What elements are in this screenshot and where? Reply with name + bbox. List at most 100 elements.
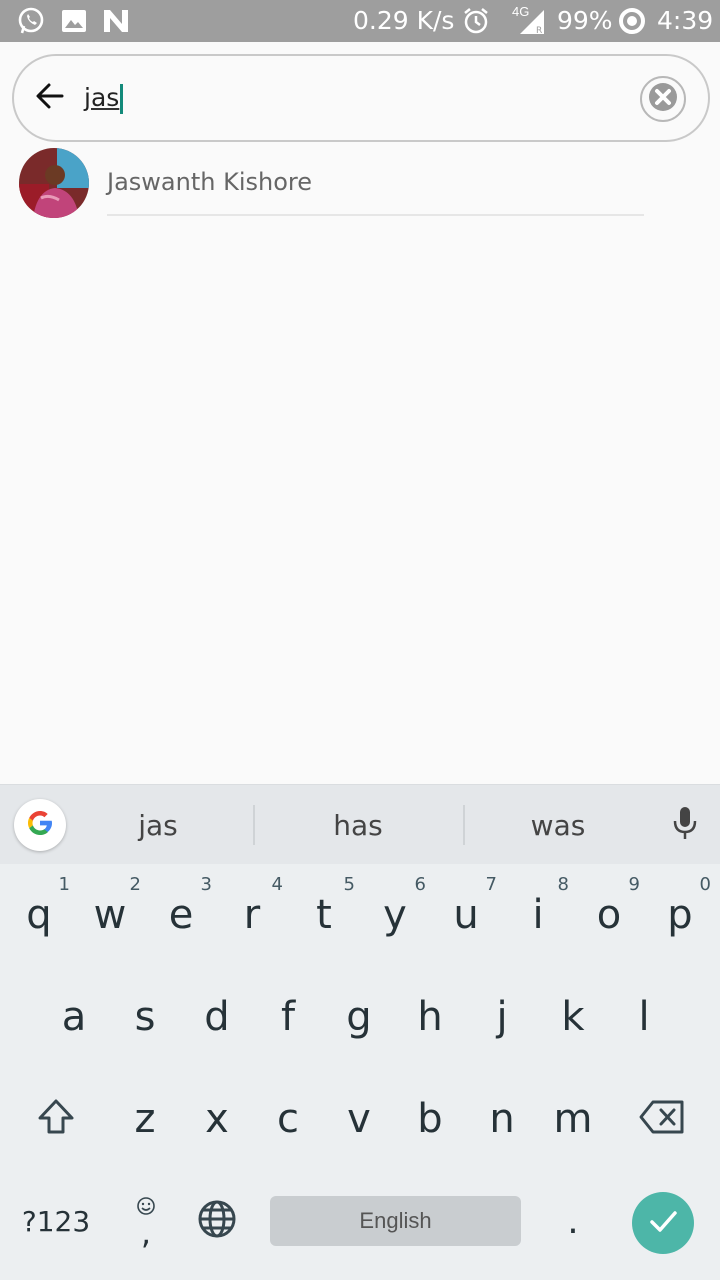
key-i[interactable]: i8 xyxy=(503,870,573,960)
key-o[interactable]: o9 xyxy=(574,870,644,960)
key-label: y xyxy=(383,892,407,938)
suggestion-3[interactable]: was xyxy=(488,785,628,865)
key-h[interactable]: h xyxy=(395,972,465,1062)
key-label: u xyxy=(453,892,479,938)
shift-key[interactable] xyxy=(20,1074,92,1164)
key-label: f xyxy=(280,994,296,1040)
clock: 4:39 xyxy=(657,6,714,35)
clear-icon xyxy=(648,82,678,117)
key-y[interactable]: y6 xyxy=(360,870,430,960)
checkmark-icon xyxy=(646,1204,680,1243)
key-b[interactable]: b xyxy=(395,1074,465,1164)
key-q[interactable]: q1 xyxy=(4,870,74,960)
google-button[interactable] xyxy=(14,799,66,851)
key-label: w xyxy=(93,892,127,938)
space-bar-label: English xyxy=(359,1208,432,1233)
key-label: d xyxy=(204,994,230,1040)
period-key-label: . xyxy=(567,1200,579,1242)
key-a[interactable]: a xyxy=(39,972,109,1062)
key-l[interactable]: l xyxy=(609,972,679,1062)
n-app-icon xyxy=(102,6,130,36)
key-j[interactable]: j xyxy=(467,972,537,1062)
key-f[interactable]: f xyxy=(253,972,323,1062)
back-button[interactable] xyxy=(26,74,74,122)
key-label: h xyxy=(417,994,443,1040)
suggestion-2[interactable]: has xyxy=(288,785,428,865)
key-label: x xyxy=(205,1096,229,1142)
key-k[interactable]: k xyxy=(538,972,608,1062)
key-hint: 3 xyxy=(200,874,212,895)
key-label: r xyxy=(243,892,261,938)
key-hint: 1 xyxy=(58,874,70,895)
key-hint: 5 xyxy=(343,874,355,895)
key-g[interactable]: g xyxy=(324,972,394,1062)
list-item[interactable]: Jaswanth Kishore xyxy=(0,146,720,218)
suggestion-strip: jas has was xyxy=(0,784,720,864)
key-label: q xyxy=(26,892,52,938)
period-key[interactable]: . xyxy=(540,1184,606,1258)
key-t[interactable]: t5 xyxy=(289,870,359,960)
space-bar[interactable]: English xyxy=(270,1196,521,1246)
key-m[interactable]: m xyxy=(538,1074,608,1164)
key-x[interactable]: x xyxy=(182,1074,252,1164)
key-label: e xyxy=(168,892,194,938)
svg-text:R: R xyxy=(536,26,542,36)
emoji-comma-key[interactable]: , xyxy=(118,1184,174,1258)
network-speed: 0.29 K/s xyxy=(353,6,455,35)
suggestion-divider xyxy=(463,805,465,845)
alarm-icon xyxy=(462,6,490,36)
battery-ring-icon xyxy=(618,6,646,36)
avatar xyxy=(19,148,89,218)
signal-icon: 4G R xyxy=(502,4,546,36)
gallery-icon xyxy=(60,6,88,36)
key-p[interactable]: p0 xyxy=(645,870,715,960)
voice-input-button[interactable] xyxy=(665,805,705,845)
suggestion-1[interactable]: jas xyxy=(88,785,228,865)
comma-key-label: , xyxy=(140,1214,152,1252)
whatsapp-icon xyxy=(16,6,46,36)
key-w[interactable]: w2 xyxy=(75,870,145,960)
mic-icon xyxy=(672,806,698,845)
key-n[interactable]: n xyxy=(467,1074,537,1164)
key-s[interactable]: s xyxy=(110,972,180,1062)
key-label: k xyxy=(561,994,585,1040)
key-hint: 8 xyxy=(557,874,569,895)
search-bar: jas xyxy=(12,54,710,142)
enter-button[interactable] xyxy=(632,1192,694,1254)
shift-icon xyxy=(36,1097,76,1141)
key-c[interactable]: c xyxy=(253,1074,323,1164)
symbols-key-label: ?123 xyxy=(21,1204,91,1238)
key-label: b xyxy=(417,1096,443,1142)
key-hint: 6 xyxy=(414,874,426,895)
arrow-back-icon xyxy=(34,80,66,117)
key-label: p xyxy=(667,892,693,938)
key-hint: 2 xyxy=(129,874,141,895)
backspace-key[interactable] xyxy=(626,1074,698,1164)
key-r[interactable]: r4 xyxy=(217,870,287,960)
key-label: s xyxy=(134,994,156,1040)
google-g-icon xyxy=(24,807,56,844)
contact-name: Jaswanth Kishore xyxy=(107,168,312,196)
search-input[interactable]: jas xyxy=(84,76,624,120)
key-label: c xyxy=(277,1096,299,1142)
suggestion-divider xyxy=(253,805,255,845)
keyboard: jas has was q1 w2 e3 r4 t5 y6 u7 i8 o9 p… xyxy=(0,784,720,1280)
key-hint: 4 xyxy=(271,874,283,895)
key-label: z xyxy=(134,1096,156,1142)
key-d[interactable]: d xyxy=(182,972,252,1062)
network-type: 4G xyxy=(512,4,530,19)
symbols-key[interactable]: ?123 xyxy=(10,1184,102,1258)
key-z[interactable]: z xyxy=(110,1074,180,1164)
key-u[interactable]: u7 xyxy=(431,870,501,960)
battery-level: 99% xyxy=(557,6,613,35)
key-hint: 7 xyxy=(485,874,497,895)
key-hint: 0 xyxy=(699,874,711,895)
globe-icon xyxy=(197,1199,237,1243)
key-label: l xyxy=(638,994,650,1040)
key-label: g xyxy=(346,994,372,1040)
key-v[interactable]: v xyxy=(324,1074,394,1164)
key-e[interactable]: e3 xyxy=(146,870,216,960)
key-label: n xyxy=(489,1096,515,1142)
clear-search-button[interactable] xyxy=(640,76,686,122)
language-key[interactable] xyxy=(186,1184,248,1258)
